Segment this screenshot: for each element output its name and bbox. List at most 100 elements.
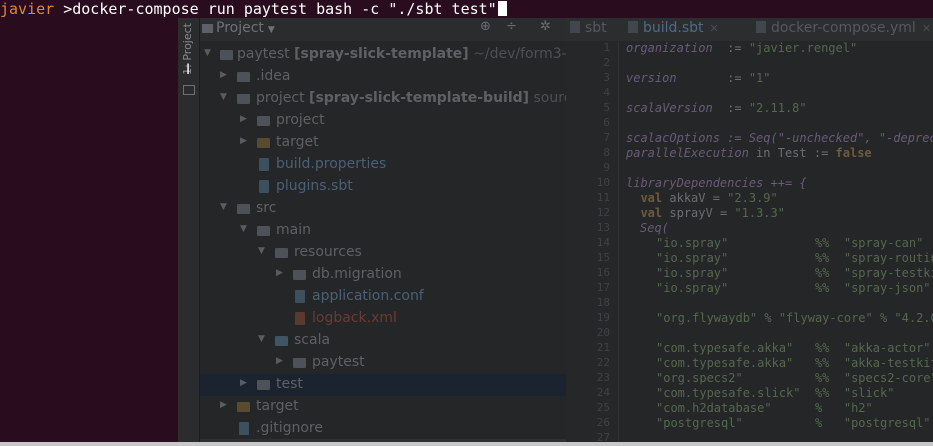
editor-tabs: sbt build.sbt ✕ docker-compose.yml ✕: [566, 17, 933, 41]
line-number: 12: [596, 206, 610, 219]
chevron-right-icon[interactable]: ▶: [276, 268, 283, 278]
line-number: 16: [596, 266, 610, 279]
tree-item-logback-xml[interactable]: logback.xml: [200, 308, 566, 330]
collapse-icon[interactable]: ÷: [506, 19, 517, 34]
code-string: "1.3.3": [734, 206, 785, 220]
tree-item-label: target: [276, 134, 319, 150]
line-number: 4: [603, 86, 610, 99]
chevron-down-icon[interactable]: ▼: [258, 334, 265, 344]
tree-item-db-migration[interactable]: ▶ db.migration: [200, 264, 566, 286]
code-line: "com.typesafe.akka" %% "akka-testkit: [656, 356, 933, 370]
tree-item-label: project: [276, 112, 325, 128]
code-keyword: val: [640, 191, 663, 205]
tree-item-label: project: [256, 90, 305, 106]
chevron-down-icon[interactable]: ▼: [204, 48, 211, 58]
tree-item-plugins-sbt[interactable]: plugins.sbt: [200, 176, 566, 198]
line-number: 3: [603, 71, 610, 84]
code-line: val akkaV = "2.3.9": [626, 191, 778, 205]
tree-item-label: resources: [294, 244, 362, 260]
tree-item-label: paytest: [237, 46, 290, 62]
code-line: "io.spray" %% "spray-routin: [656, 251, 933, 265]
terminal-prompt-line[interactable]: javier >docker-compose run paytest bash …: [0, 0, 933, 18]
tree-item-gitignore[interactable]: .gitignore: [200, 418, 566, 440]
code-key: version: [626, 71, 677, 85]
folder-icon: [237, 72, 250, 82]
line-number: 18: [596, 296, 610, 309]
tree-item-label: test: [276, 376, 303, 392]
close-icon[interactable]: ✕: [922, 22, 931, 35]
folder-icon: [257, 116, 270, 126]
chevron-right-icon[interactable]: ▶: [276, 356, 283, 366]
tree-item-project-build[interactable]: ▼ project [spray-slick-template-build] s…: [200, 88, 587, 110]
code-key: scalaVersion: [626, 101, 713, 115]
ide-window: 1: Project Project ▼ ⊕ ÷ ✲ ▼ paytest [spr…: [178, 17, 933, 446]
terminal-command[interactable]: docker-compose run paytest bash -c "./sb…: [72, 0, 496, 18]
folder-icon: [257, 226, 270, 236]
tree-item-root[interactable]: ▼ paytest [spray-slick-template] ~/dev/f…: [200, 44, 581, 66]
tab-label: sbt: [585, 20, 607, 36]
tab-label: docker-compose.yml: [771, 20, 916, 36]
tree-item-idea[interactable]: ▶ .idea: [200, 66, 566, 88]
tab-sbt[interactable]: sbt: [570, 20, 607, 36]
code-line: "com.h2database" % "h2": [656, 401, 873, 415]
code-string: "1": [748, 71, 771, 85]
tree-item-src[interactable]: ▼ src: [200, 198, 566, 220]
target-icon[interactable]: ⊕: [480, 19, 491, 34]
chevron-right-icon[interactable]: ▶: [220, 70, 227, 80]
code-line: version := "1": [626, 71, 771, 85]
chevron-right-icon[interactable]: ▶: [240, 378, 247, 388]
line-number: 19: [596, 311, 610, 324]
chevron-right-icon[interactable]: ▶: [240, 114, 247, 124]
tree-item-target-root[interactable]: ▶ target: [200, 396, 566, 418]
module-folder-icon: [237, 94, 250, 104]
tree-item-label: .gitignore: [256, 420, 323, 436]
tree-item-main[interactable]: ▼ main: [200, 220, 566, 242]
chevron-down-icon[interactable]: ▼: [220, 202, 227, 212]
chevron-right-icon[interactable]: ▶: [220, 400, 227, 410]
code-line: parallelExecution in Test := false: [626, 146, 872, 160]
tree-item-project[interactable]: ▶ project: [200, 110, 566, 132]
project-panel-header: Project ▼ ⊕ ÷ ✲: [200, 17, 566, 41]
line-number: 1: [603, 41, 610, 54]
code-keyword: val: [640, 206, 663, 220]
tree-item-target[interactable]: ▶ target: [200, 132, 566, 154]
close-icon[interactable]: ✕: [710, 22, 719, 35]
line-number: 25: [596, 401, 610, 414]
folder-icon: [237, 204, 250, 214]
chevron-down-icon[interactable]: ▼: [258, 246, 265, 256]
code-line: val sprayV = "1.3.3": [626, 206, 785, 220]
line-number: 14: [596, 236, 610, 249]
code-line: "org.specs2" %% "specs2-core": [656, 371, 933, 385]
tree-item-test[interactable]: ▶ test: [200, 374, 566, 396]
gear-icon[interactable]: ✲: [540, 19, 551, 34]
code-text: sprayV =: [662, 206, 735, 220]
structure-icon[interactable]: [183, 85, 195, 95]
tree-item-build-properties[interactable]: build.properties: [200, 154, 566, 176]
tab-docker-compose[interactable]: docker-compose.yml ✕: [756, 20, 931, 36]
tree-item-resources[interactable]: ▼ resources: [200, 242, 566, 264]
chevron-right-icon[interactable]: ▶: [240, 136, 247, 146]
code-key: organization: [626, 41, 713, 55]
tab-build-sbt[interactable]: build.sbt ✕: [628, 20, 719, 36]
code-text: in Test :=: [748, 146, 836, 160]
code-string: "2.11.8": [748, 101, 807, 115]
line-number: 11: [596, 191, 610, 204]
code-editor[interactable]: organization := "javier.rengel" version …: [626, 41, 933, 446]
chevron-down-icon[interactable]: ▼: [220, 92, 227, 102]
project-folder-icon: [202, 24, 213, 33]
tree-item-application-conf[interactable]: application.conf: [200, 286, 566, 308]
chevron-down-icon[interactable]: ▼: [240, 224, 247, 234]
terminal-prompt: >: [54, 0, 73, 18]
code-string: "2.3.9": [727, 191, 778, 205]
code-line: "com.typesafe.slick" %% "slick": [656, 386, 895, 400]
project-view-dropdown[interactable]: Project ▼: [216, 20, 275, 36]
line-number: 10: [596, 176, 610, 189]
folder-icon: [257, 138, 270, 148]
code-line: "postgresql" % "postgresql": [656, 416, 931, 430]
module-folder-icon: [220, 50, 233, 60]
line-number: 7: [603, 131, 610, 144]
code-line: "com.typesafe.akka" %% "akka-actor": [656, 341, 931, 355]
tree-item-scala[interactable]: ▼ scala: [200, 330, 566, 352]
tree-item-paytest[interactable]: ▶ paytest: [200, 352, 566, 374]
tree-item-label: plugins.sbt: [276, 178, 353, 194]
